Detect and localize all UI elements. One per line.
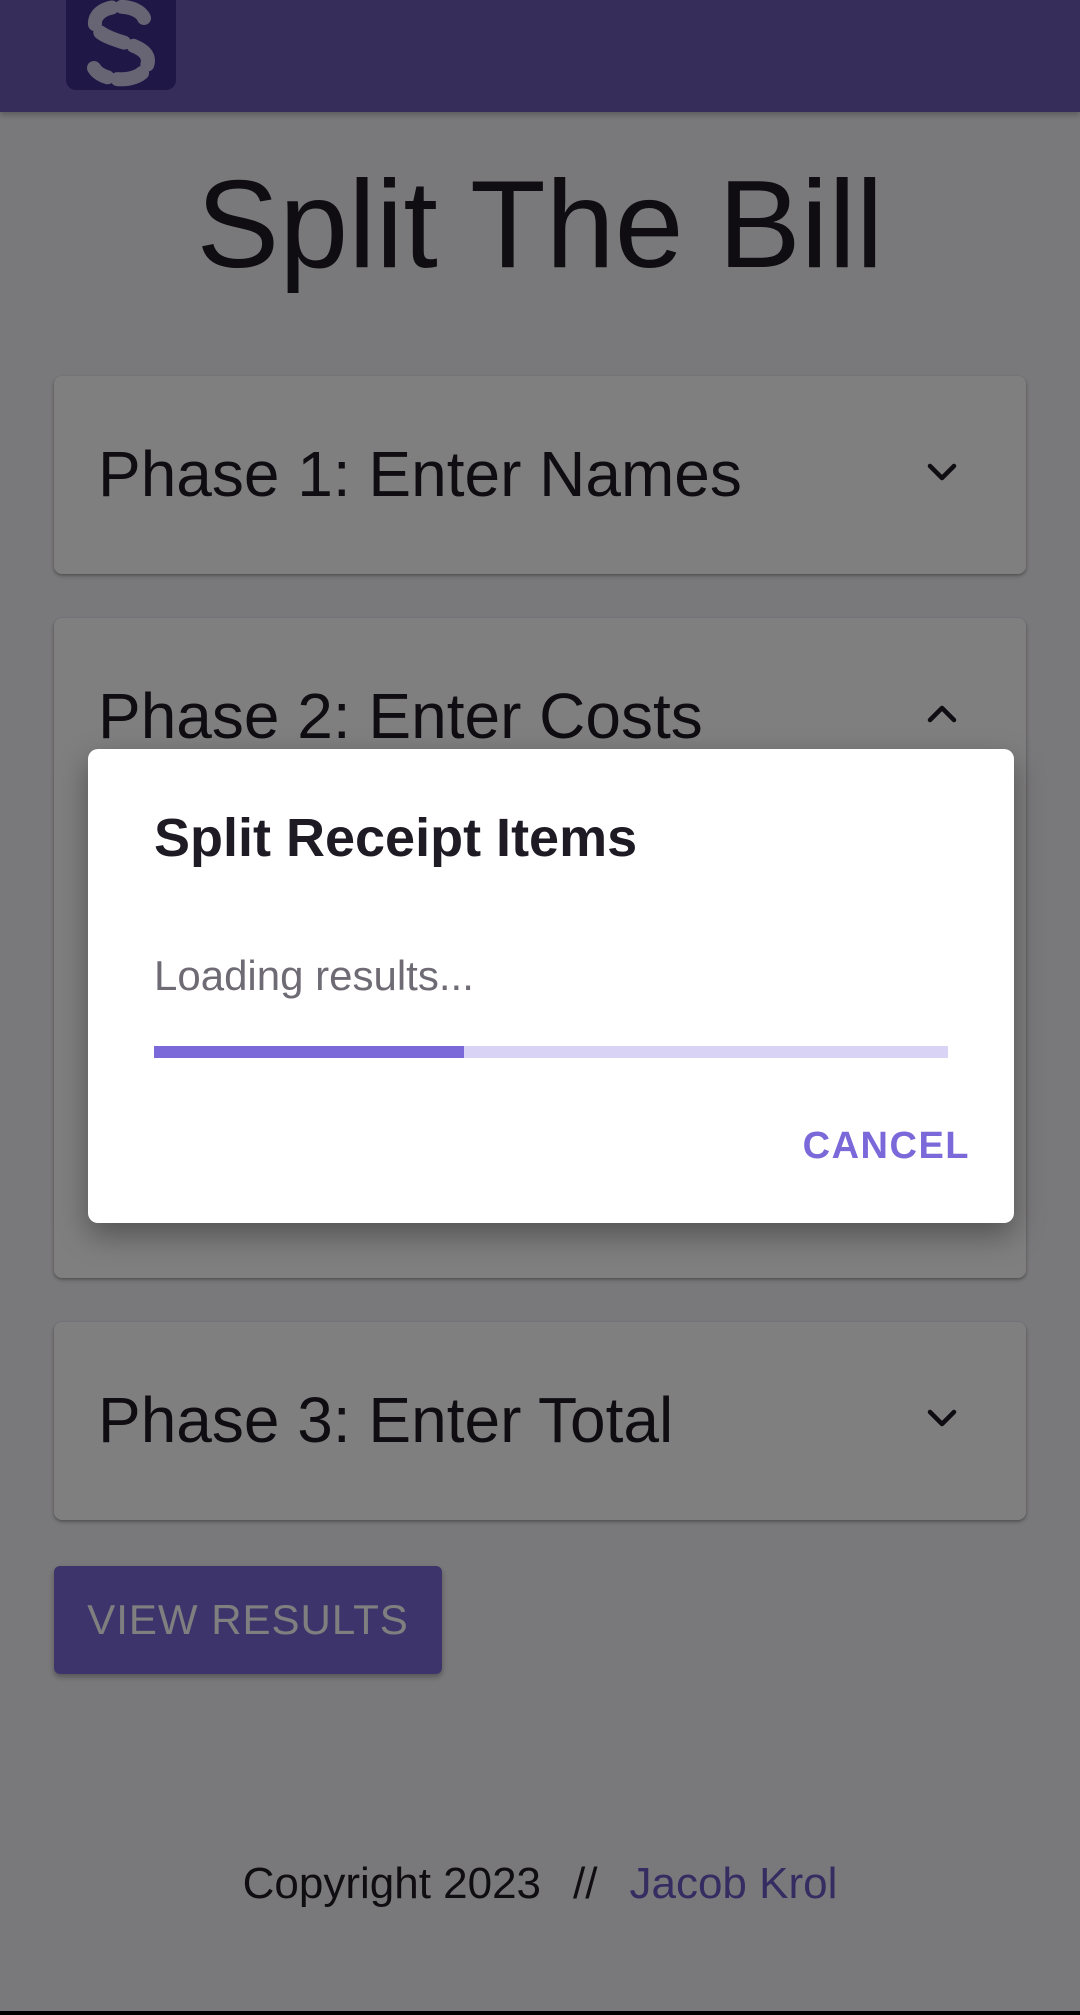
bottom-edge xyxy=(0,2011,1080,2015)
loading-text: Loading results... xyxy=(154,952,474,999)
split-receipt-dialog: Split Receipt Items Loading results... C… xyxy=(88,749,1014,1223)
dialog-title: Split Receipt Items xyxy=(154,808,638,868)
progress-bar-fill xyxy=(154,1046,464,1058)
cancel-button[interactable]: CANCEL xyxy=(803,1119,970,1173)
progress-bar xyxy=(154,1046,948,1058)
